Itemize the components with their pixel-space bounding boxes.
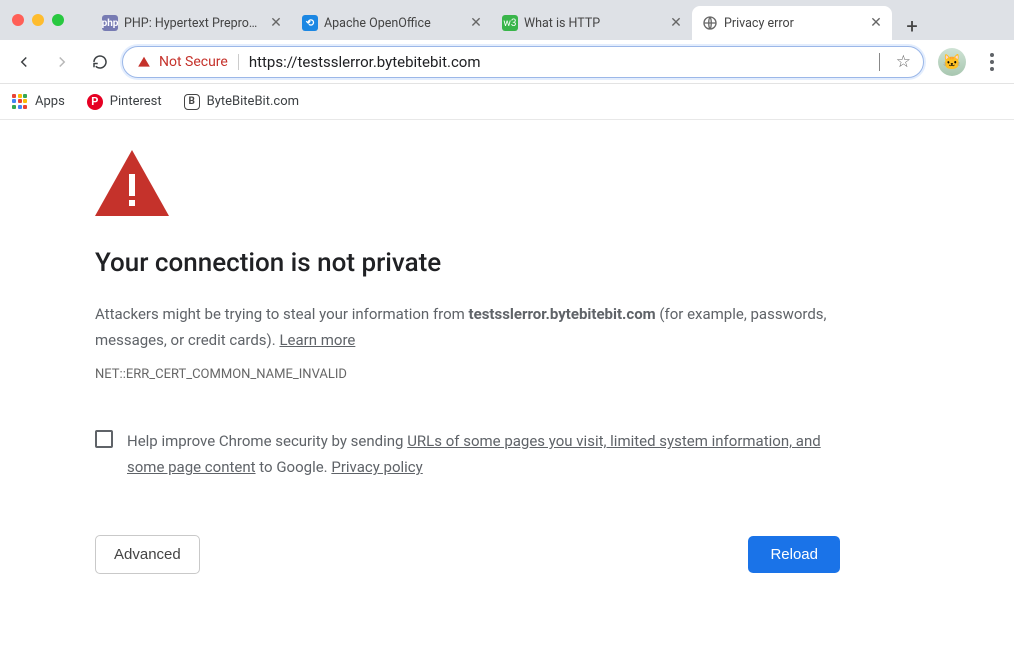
apps-shortcut[interactable]: Apps — [12, 94, 65, 110]
tab-title: What is HTTP — [524, 16, 662, 31]
tab-php[interactable]: php PHP: Hypertext Preprocessor ✕ — [92, 6, 292, 40]
tab-close-button[interactable]: ✕ — [468, 15, 484, 31]
toolbar: Not Secure https://testsslerror.bytebite… — [0, 40, 1014, 84]
security-label: Not Secure — [159, 54, 228, 70]
bookmarks-bar: Apps P Pinterest B ByteBiteBit.com — [0, 84, 1014, 120]
window-close-button[interactable] — [12, 14, 24, 26]
tabs-container: php PHP: Hypertext Preprocessor ✕ ⟲ Apac… — [92, 0, 1014, 40]
apps-grid-icon — [12, 94, 28, 110]
learn-more-link[interactable]: Learn more — [279, 331, 355, 349]
warning-paragraph: Attackers might be trying to steal your … — [95, 302, 840, 353]
http-icon: w3 — [502, 15, 518, 31]
window-minimize-button[interactable] — [32, 14, 44, 26]
optin-prefix: Help improve Chrome security by sending — [127, 432, 407, 450]
bookmark-label: Apps — [35, 94, 65, 109]
ssl-interstitial: Your connection is not private Attackers… — [0, 120, 840, 574]
bytebitebit-icon: B — [184, 94, 200, 110]
pinterest-icon: P — [87, 94, 103, 110]
back-button[interactable] — [8, 46, 40, 78]
privacy-policy-link[interactable]: Privacy policy — [331, 458, 422, 476]
para-domain: testsslerror.bytebitebit.com — [469, 305, 656, 323]
action-row: Advanced Reload — [95, 535, 840, 574]
bookmark-bytebitebit[interactable]: B ByteBiteBit.com — [184, 94, 299, 110]
optin-checkbox[interactable] — [95, 430, 113, 448]
optin-text: Help improve Chrome security by sending … — [127, 428, 840, 481]
php-icon: php — [102, 15, 118, 31]
reload-button[interactable] — [84, 46, 116, 78]
new-tab-button[interactable]: + — [898, 12, 926, 40]
tab-close-button[interactable]: ✕ — [868, 15, 884, 31]
tab-openoffice[interactable]: ⟲ Apache OpenOffice ✕ — [292, 6, 492, 40]
bookmark-label: Pinterest — [110, 94, 162, 109]
chrome-menu-button[interactable] — [978, 48, 1006, 76]
address-bar[interactable]: Not Secure https://testsslerror.bytebite… — [122, 46, 924, 78]
bookmark-star-icon[interactable]: ☆ — [890, 52, 917, 72]
security-indicator[interactable]: Not Secure — [137, 54, 239, 70]
tab-privacy-error[interactable]: Privacy error ✕ — [692, 6, 892, 40]
tab-title: Apache OpenOffice — [324, 16, 462, 31]
optin-middle: to Google. — [256, 458, 332, 476]
tab-close-button[interactable]: ✕ — [668, 15, 684, 31]
optin-row: Help improve Chrome security by sending … — [95, 428, 840, 481]
tab-title: PHP: Hypertext Preprocessor — [124, 16, 262, 31]
advanced-button[interactable]: Advanced — [95, 535, 200, 574]
profile-avatar[interactable]: 🐱 — [938, 48, 966, 76]
tab-http[interactable]: w3 What is HTTP ✕ — [492, 6, 692, 40]
globe-icon — [702, 15, 718, 31]
forward-button[interactable] — [46, 46, 78, 78]
bookmark-label: ByteBiteBit.com — [207, 94, 299, 109]
url-text: https://testsslerror.bytebitebit.com — [249, 53, 880, 71]
para-prefix: Attackers might be trying to steal your … — [95, 305, 469, 323]
danger-triangle-icon — [95, 150, 840, 220]
tab-strip: php PHP: Hypertext Preprocessor ✕ ⟲ Apac… — [0, 0, 1014, 40]
page-heading: Your connection is not private — [95, 248, 840, 278]
window-controls — [12, 14, 64, 26]
error-code: NET::ERR_CERT_COMMON_NAME_INVALID — [95, 367, 840, 382]
warning-triangle-icon — [137, 55, 151, 69]
openoffice-icon: ⟲ — [302, 15, 318, 31]
window-zoom-button[interactable] — [52, 14, 64, 26]
tab-title: Privacy error — [724, 16, 862, 31]
bookmark-pinterest[interactable]: P Pinterest — [87, 94, 162, 110]
reload-page-button[interactable]: Reload — [748, 536, 840, 573]
tab-close-button[interactable]: ✕ — [268, 15, 284, 31]
